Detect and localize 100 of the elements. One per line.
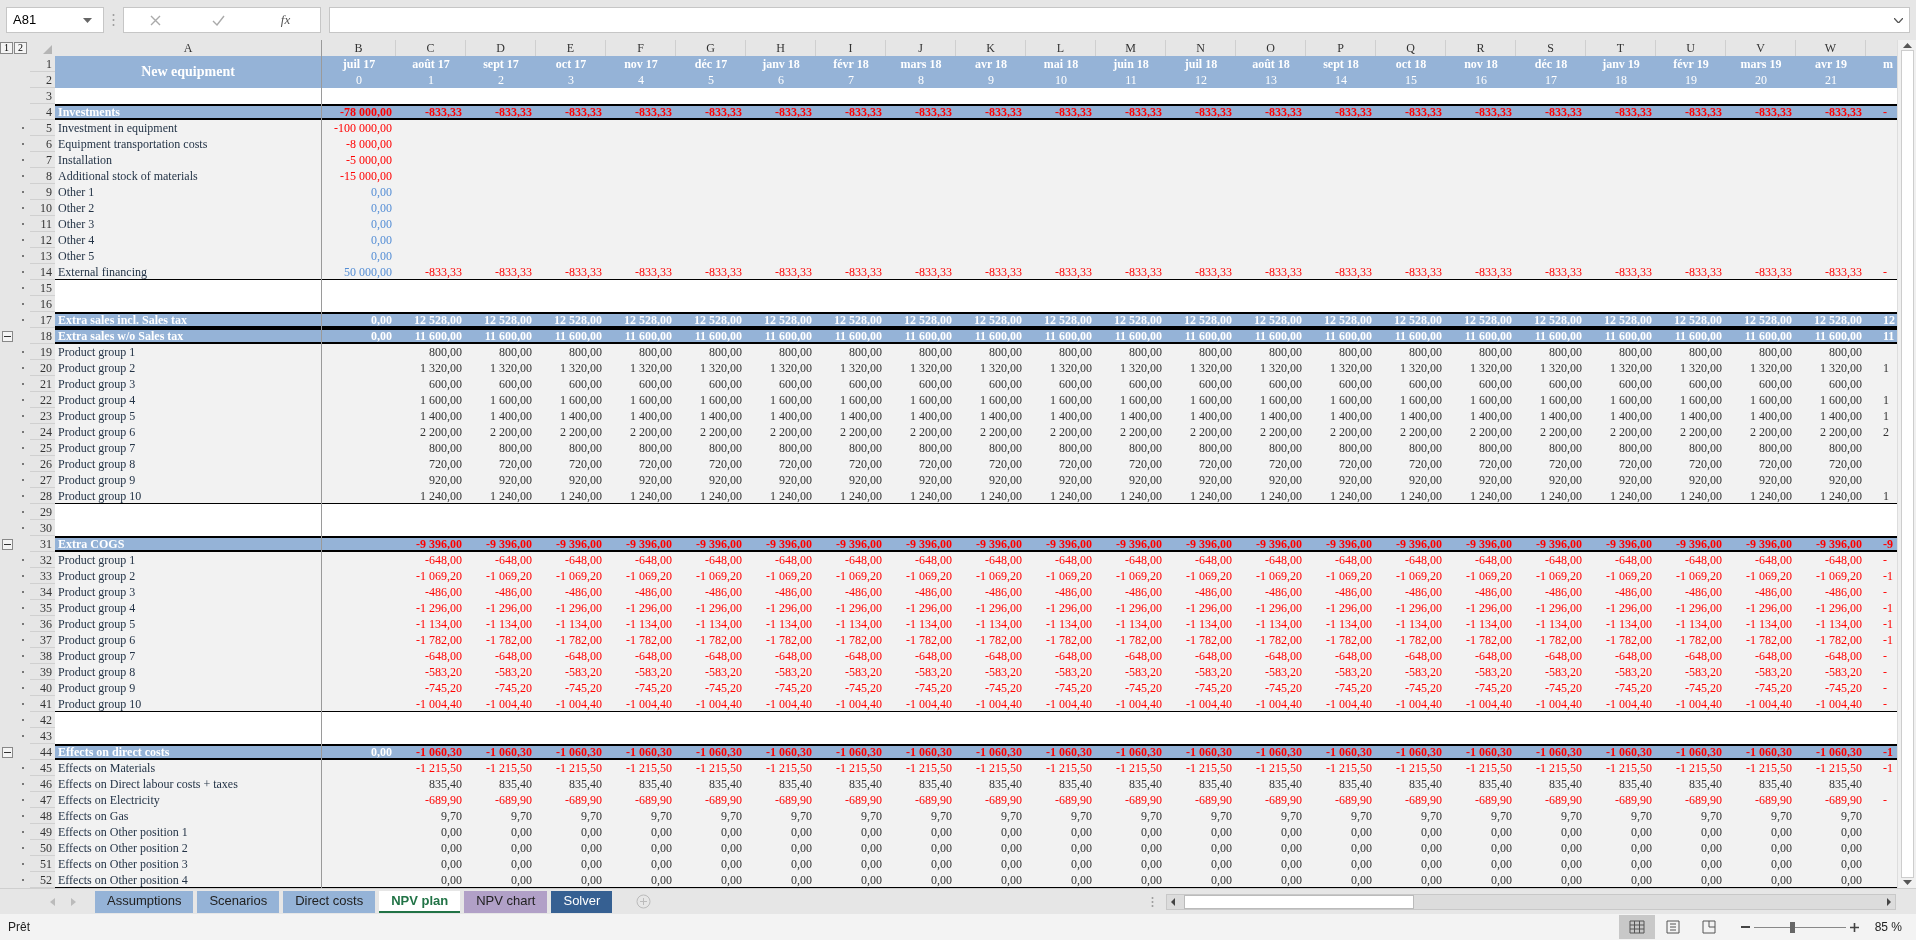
value-cell-text: -1 004,40 bbox=[1675, 696, 1723, 712]
value-cell-text: -833,33 bbox=[424, 264, 463, 280]
value-cell-text: -648,00 bbox=[1194, 552, 1233, 568]
value-cell-text: 1 400,00 bbox=[1189, 408, 1233, 424]
value-cell-text: 800,00 bbox=[1618, 344, 1653, 360]
value-cell-text: 0,00 bbox=[1630, 872, 1653, 888]
value-cell-text: -1 069,20 bbox=[765, 568, 813, 584]
value-cell-text: -833,33 bbox=[424, 104, 463, 120]
name-box[interactable]: A81 bbox=[6, 7, 104, 33]
value-cell-text: -583,20 bbox=[1124, 664, 1163, 680]
dropdown-caret-icon[interactable] bbox=[83, 17, 92, 23]
value-cell-text: -9 396,00 bbox=[695, 536, 743, 552]
value-cell-text: -9 396,00 bbox=[1115, 536, 1163, 552]
name-box-input[interactable]: A81 bbox=[13, 10, 83, 30]
value-cell-text: -833,33 bbox=[984, 104, 1023, 120]
value-cell-text: -583,20 bbox=[494, 664, 533, 680]
value-cell-text: -1 134,00 bbox=[1535, 616, 1583, 632]
value-cell-text: 0,00 bbox=[370, 184, 393, 200]
scroll-down-icon[interactable] bbox=[1902, 880, 1912, 886]
value-cell-text: -1 060,30 bbox=[625, 744, 673, 760]
value-cell-text: 0,00 bbox=[930, 872, 953, 888]
value-cell-text: 2 200,00 bbox=[489, 424, 533, 440]
value-cell-text: -648,00 bbox=[564, 552, 603, 568]
value-cell-text: 800,00 bbox=[1058, 440, 1093, 456]
value-cell-text: 800,00 bbox=[1758, 440, 1793, 456]
value-cell-text: - bbox=[1882, 648, 1888, 664]
expand-caret-icon[interactable] bbox=[1894, 17, 1903, 23]
value-cell-text: 1 600,00 bbox=[1679, 392, 1723, 408]
value-cell-text: 1 320,00 bbox=[559, 360, 603, 376]
value-cell-text: -745,20 bbox=[1054, 680, 1093, 696]
value-cell-text: -648,00 bbox=[1544, 552, 1583, 568]
collapse-button[interactable] bbox=[2, 746, 13, 758]
outline-level-button[interactable]: 1 bbox=[0, 42, 13, 54]
value-cell-text: 12 528,00 bbox=[1463, 312, 1513, 328]
value-cell-text: 1 400,00 bbox=[1679, 408, 1723, 424]
value-cell-text: 0,00 bbox=[1000, 840, 1023, 856]
value-cell-text: -9 396,00 bbox=[1325, 536, 1373, 552]
value-cell-text: 12 528,00 bbox=[1393, 312, 1443, 328]
value-cell-text: 0,00 bbox=[1070, 856, 1093, 872]
value-cell-text: 1 240,00 bbox=[1189, 488, 1233, 504]
scroll-up-icon[interactable] bbox=[1902, 42, 1912, 48]
value-cell-text: 1 320,00 bbox=[1119, 360, 1163, 376]
value-cell-text: -1 060,30 bbox=[905, 744, 953, 760]
value-cell-text: -689,90 bbox=[1754, 792, 1793, 808]
value-cell-text: -648,00 bbox=[984, 648, 1023, 664]
zoom-out-icon[interactable] bbox=[1740, 925, 1750, 929]
vertical-scrollbar[interactable] bbox=[1897, 40, 1916, 888]
outline-level-button[interactable]: 2 bbox=[14, 42, 27, 54]
value-cell-text: 12 528,00 bbox=[1183, 312, 1233, 328]
value-cell-text: 1 240,00 bbox=[909, 488, 953, 504]
value-cell-text: 12 528,00 bbox=[763, 312, 813, 328]
value-cell-text: 11 600,00 bbox=[1813, 328, 1863, 344]
value-cell-text: 11 600,00 bbox=[1323, 328, 1373, 344]
value-cell-text: -833,33 bbox=[1474, 104, 1513, 120]
value-cell-text: -1 215,50 bbox=[1815, 760, 1863, 776]
month-header: août 17 bbox=[412, 56, 450, 72]
value-cell-text: 920,00 bbox=[638, 472, 673, 488]
scroll-right-icon[interactable] bbox=[1887, 897, 1891, 906]
value-cell-text: 1 400,00 bbox=[1049, 408, 1093, 424]
horizontal-scrollbar[interactable] bbox=[1166, 893, 1896, 910]
value-cell-text: 1 400,00 bbox=[1119, 408, 1163, 424]
value-cell-text: -745,20 bbox=[1754, 680, 1793, 696]
value-cell-text: -9 396,00 bbox=[975, 536, 1023, 552]
value-cell-text: -486,00 bbox=[1124, 584, 1163, 600]
value-cell-text: 2 200,00 bbox=[839, 424, 883, 440]
value-cell-text: 1 320,00 bbox=[629, 360, 673, 376]
sheet-tab[interactable]: Direct costs bbox=[283, 890, 376, 913]
sheet-tab[interactable]: Assumptions bbox=[95, 890, 194, 913]
value-cell-text: -486,00 bbox=[704, 584, 743, 600]
sheet-tab[interactable]: NPV plan bbox=[379, 890, 461, 913]
value-cell-text: -1 bbox=[1882, 616, 1894, 632]
value-cell-text: -583,20 bbox=[774, 664, 813, 680]
value-cell-text: 11 600,00 bbox=[1603, 328, 1653, 344]
value-cell-text: 720,00 bbox=[428, 456, 463, 472]
value-cell-text: -833,33 bbox=[494, 104, 533, 120]
value-cell-text: -486,00 bbox=[844, 584, 883, 600]
value-cell-text: 1 400,00 bbox=[559, 408, 603, 424]
value-cell-text: -1 069,20 bbox=[625, 568, 673, 584]
collapse-button[interactable] bbox=[2, 330, 13, 342]
scroll-left-icon[interactable] bbox=[1171, 897, 1175, 906]
month-header: mai 18 bbox=[1043, 56, 1079, 72]
insert-function-button[interactable]: fx bbox=[276, 10, 295, 30]
formula-field[interactable] bbox=[329, 7, 1910, 33]
zoom-slider-handle[interactable] bbox=[1790, 921, 1796, 933]
sheet-tab[interactable]: Solver bbox=[551, 890, 613, 913]
month-header: sept 17 bbox=[483, 56, 519, 72]
collapse-button[interactable] bbox=[2, 538, 13, 550]
value-cell-text: 1 240,00 bbox=[1329, 488, 1373, 504]
sheet-tab[interactable]: Scenarios bbox=[197, 890, 280, 913]
value-cell-text: -833,33 bbox=[704, 264, 743, 280]
check-icon[interactable] bbox=[212, 14, 226, 26]
value-cell-text: 800,00 bbox=[1338, 440, 1373, 456]
zoom-in-icon[interactable] bbox=[1849, 922, 1859, 932]
sheet-tab[interactable]: NPV chart bbox=[464, 890, 548, 913]
view-button[interactable] bbox=[1618, 915, 1655, 939]
value-cell-text: -648,00 bbox=[494, 552, 533, 568]
period-number: 8 bbox=[918, 72, 924, 88]
value-cell-text: 920,00 bbox=[1198, 472, 1233, 488]
value-cell-text: 1 240,00 bbox=[1049, 488, 1093, 504]
value-cell-text: 920,00 bbox=[498, 472, 533, 488]
